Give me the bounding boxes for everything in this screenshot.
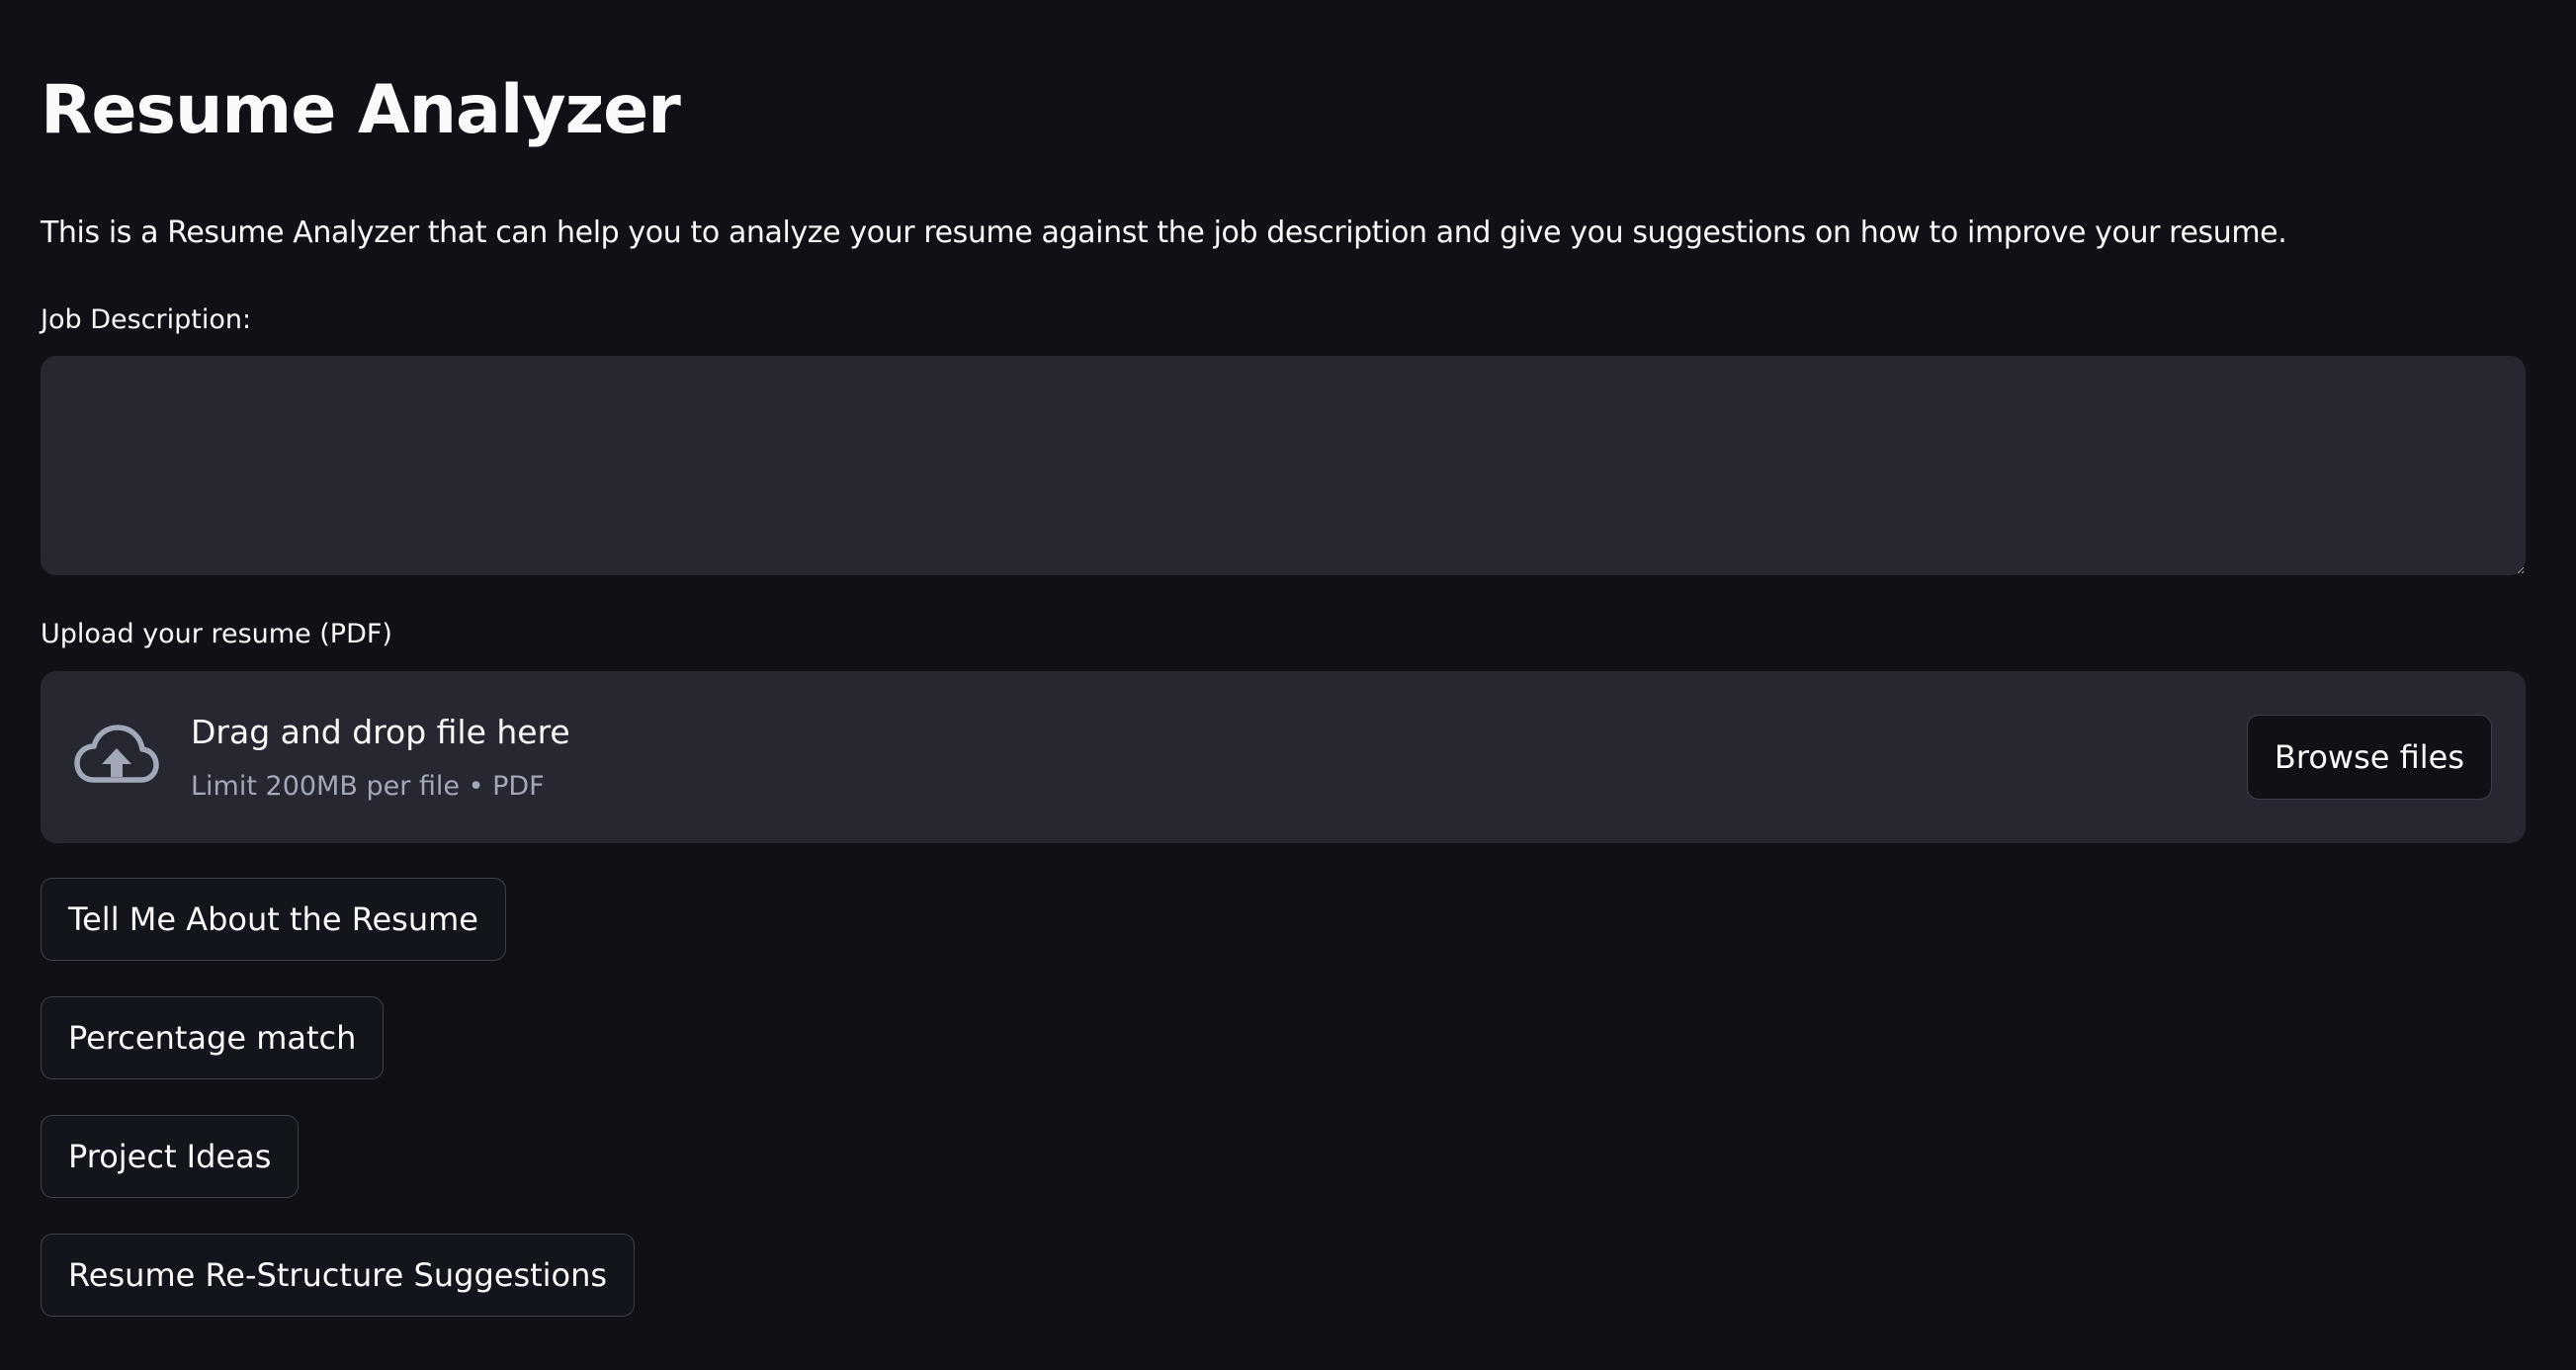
job-description-label: Job Description: (41, 304, 252, 335)
cloud-upload-icon (74, 725, 159, 783)
project-ideas-button[interactable]: Project Ideas (41, 1115, 300, 1198)
resume-upload-label: Upload your resume (PDF) (41, 619, 392, 649)
page-title: Resume Analyzer (41, 71, 681, 149)
percentage-match-button[interactable]: Percentage match (41, 996, 385, 1079)
dropzone-instruction: Drag and drop file here (191, 713, 570, 751)
restructure-suggestions-button[interactable]: Resume Re-Structure Suggestions (41, 1234, 636, 1317)
browse-files-button[interactable]: Browse files (2246, 715, 2492, 800)
app-page: Resume Analyzer This is a Resume Analyze… (0, 0, 2576, 1370)
tell-me-about-resume-button[interactable]: Tell Me About the Resume (41, 878, 506, 961)
app-description: This is a Resume Analyzer that can help … (41, 215, 2287, 250)
file-dropzone[interactable]: Drag and drop file here Limit 200MB per … (41, 671, 2526, 843)
job-description-textarea[interactable] (41, 356, 2526, 575)
dropzone-limit: Limit 200MB per file • PDF (191, 771, 545, 802)
